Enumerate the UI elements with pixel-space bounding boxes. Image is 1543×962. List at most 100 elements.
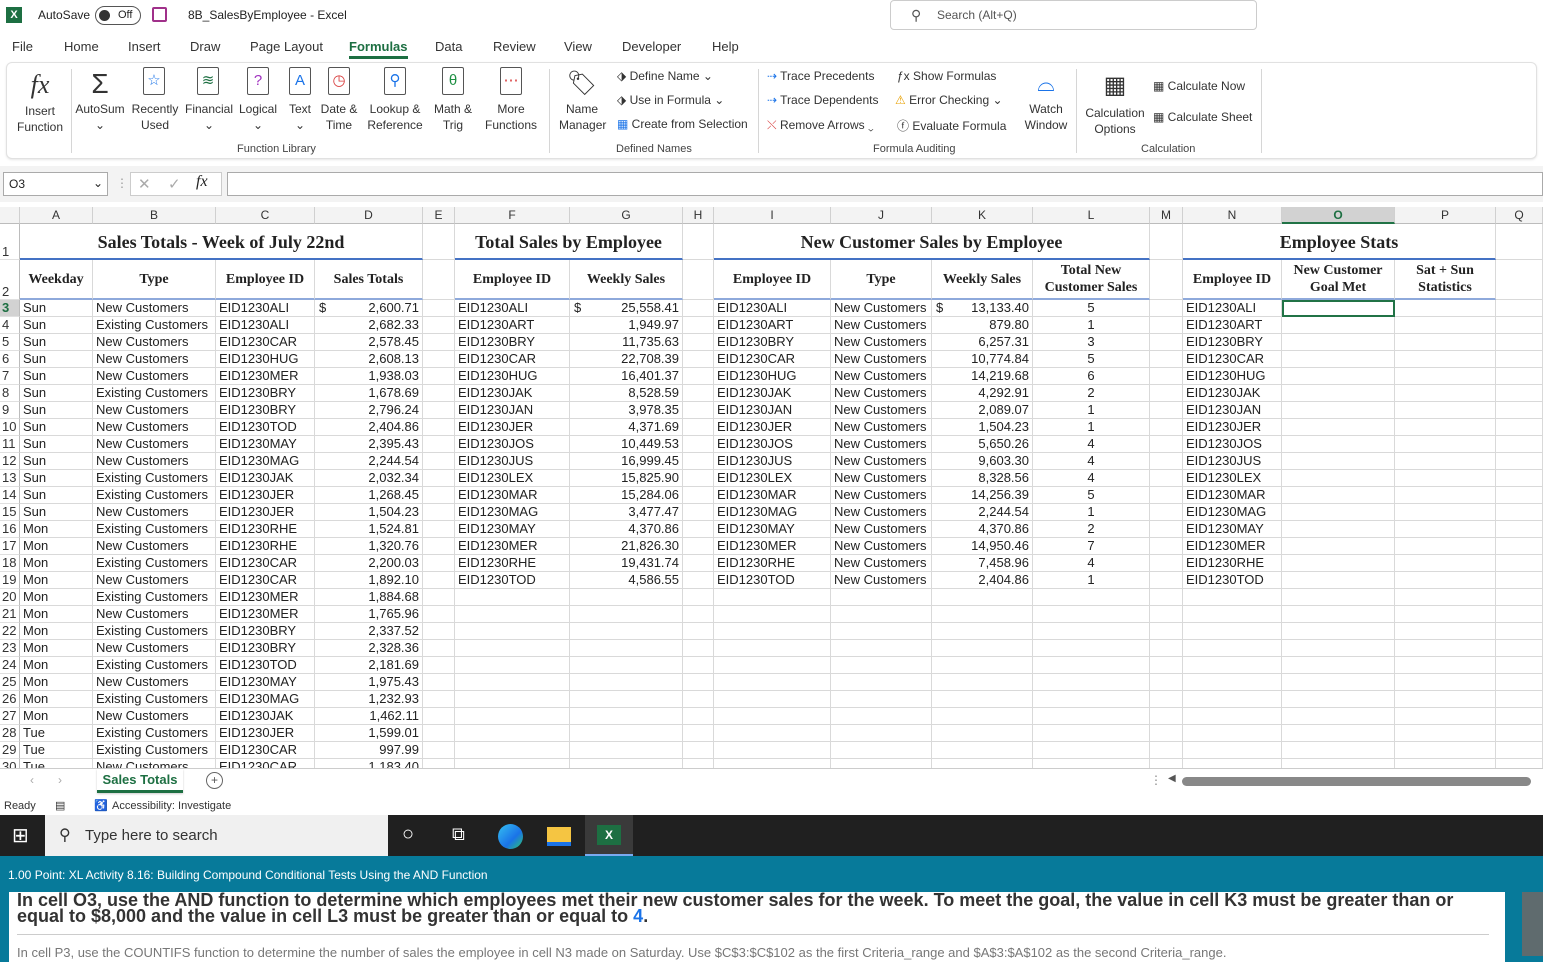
table-cell[interactable]: 5: [1033, 300, 1150, 317]
row-header-11[interactable]: 11: [0, 436, 20, 453]
table-cell[interactable]: Existing Customers: [93, 657, 216, 674]
cell[interactable]: [1496, 572, 1543, 589]
row-header-10[interactable]: 10: [0, 419, 20, 436]
table-cell[interactable]: 2,032.34: [315, 470, 423, 487]
table-cell[interactable]: 997.99: [315, 742, 423, 759]
table-cell[interactable]: 7,458.96: [932, 555, 1033, 572]
cell[interactable]: [683, 623, 714, 640]
cell[interactable]: [714, 606, 831, 623]
table-cell[interactable]: 1: [1033, 572, 1150, 589]
table-cell[interactable]: 1,765.96: [315, 606, 423, 623]
table-cell[interactable]: 6,257.31: [932, 334, 1033, 351]
cell[interactable]: [831, 725, 932, 742]
table-cell[interactable]: Existing Customers: [93, 555, 216, 572]
table-cell[interactable]: EID1230ART: [714, 317, 831, 334]
table-cell[interactable]: 14,219.68: [932, 368, 1033, 385]
cell[interactable]: [1150, 623, 1183, 640]
table-cell[interactable]: New Customers: [831, 572, 932, 589]
cell[interactable]: [1150, 674, 1183, 691]
row-header-19[interactable]: 19: [0, 572, 20, 589]
table-cell[interactable]: 7: [1033, 538, 1150, 555]
cell[interactable]: [1150, 368, 1183, 385]
row-header-26[interactable]: 26: [0, 691, 20, 708]
cell[interactable]: [1150, 708, 1183, 725]
table-cell[interactable]: EID1230MAG: [216, 691, 315, 708]
cell[interactable]: [1496, 419, 1543, 436]
table-cell[interactable]: 1,232.93: [315, 691, 423, 708]
table-cell[interactable]: Mon: [20, 521, 93, 538]
table-cell[interactable]: New Customers: [93, 606, 216, 623]
table-cell[interactable]: EID1230CAR: [216, 572, 315, 589]
table-cell[interactable]: New Customers: [93, 504, 216, 521]
cell[interactable]: [831, 606, 932, 623]
table-cell[interactable]: 1,524.81: [315, 521, 423, 538]
cell[interactable]: [683, 334, 714, 351]
cell[interactable]: [1282, 368, 1395, 385]
table-cell[interactable]: EID1230LEX: [455, 470, 570, 487]
table-cell[interactable]: EID1230CAR: [455, 351, 570, 368]
sheet-tab-sales-totals[interactable]: Sales Totals: [97, 769, 183, 793]
cell[interactable]: [1395, 453, 1496, 470]
row-header-16[interactable]: 16: [0, 521, 20, 538]
table-cell[interactable]: Sun: [20, 504, 93, 521]
table-cell[interactable]: New Customers: [93, 334, 216, 351]
cell[interactable]: [423, 300, 455, 317]
table-cell[interactable]: New Customers: [93, 572, 216, 589]
table-cell[interactable]: EID1230CAR: [216, 555, 315, 572]
table-cell[interactable]: New Customers: [831, 555, 932, 572]
column-header-E[interactable]: E: [423, 207, 455, 224]
table-cell[interactable]: 14,950.46: [932, 538, 1033, 555]
table-cell[interactable]: EID1230TOD: [216, 419, 315, 436]
table-cell[interactable]: New Customers: [831, 385, 932, 402]
table-cell[interactable]: New Customers: [93, 300, 216, 317]
cell[interactable]: [1183, 708, 1282, 725]
cell[interactable]: [1282, 759, 1395, 768]
cell[interactable]: [1282, 402, 1395, 419]
table-cell[interactable]: 1: [1033, 419, 1150, 436]
cell[interactable]: [423, 487, 455, 504]
table-cell[interactable]: 2,244.54: [315, 453, 423, 470]
insert-function-icon[interactable]: fx: [196, 173, 208, 191]
cell[interactable]: [1282, 385, 1395, 402]
table-cell[interactable]: Existing Customers: [93, 487, 216, 504]
cell[interactable]: [932, 742, 1033, 759]
table-cell[interactable]: EID1230JAK: [455, 385, 570, 402]
cell[interactable]: [1496, 334, 1543, 351]
cell[interactable]: [1150, 742, 1183, 759]
table-cell[interactable]: 16,999.45: [570, 453, 683, 470]
cell[interactable]: [423, 674, 455, 691]
table-cell[interactable]: EID1230MER: [714, 538, 831, 555]
cell[interactable]: [1395, 572, 1496, 589]
logical-button[interactable]: ? Logical ⌄: [235, 67, 281, 133]
table-cell[interactable]: EID1230RHE: [714, 555, 831, 572]
text-button[interactable]: A Text ⌄: [283, 67, 317, 133]
table-cell[interactable]: EID1230ALI: [1183, 300, 1282, 317]
table-cell[interactable]: Tue: [20, 742, 93, 759]
row-header-5[interactable]: 5: [0, 334, 20, 351]
cell[interactable]: [1183, 674, 1282, 691]
cell[interactable]: [1033, 606, 1150, 623]
table-cell[interactable]: New Customers: [831, 538, 932, 555]
cell[interactable]: [1282, 504, 1395, 521]
table-cell[interactable]: 15,284.06: [570, 487, 683, 504]
row-header-29[interactable]: 29: [0, 742, 20, 759]
cell[interactable]: [1150, 385, 1183, 402]
taskbar-search[interactable]: ⚲ Type here to search: [45, 815, 388, 856]
table-cell[interactable]: 2,181.69: [315, 657, 423, 674]
cell[interactable]: [1033, 589, 1150, 606]
table-cell[interactable]: 4,292.91: [932, 385, 1033, 402]
row-header-23[interactable]: 23: [0, 640, 20, 657]
table-cell[interactable]: New Customers: [93, 402, 216, 419]
cell[interactable]: [1282, 623, 1395, 640]
cell[interactable]: [1033, 742, 1150, 759]
scroll-left-arrow-icon[interactable]: ◀: [1168, 773, 1176, 784]
table-cell[interactable]: 5,650.26: [932, 436, 1033, 453]
cell[interactable]: [423, 708, 455, 725]
table-cell[interactable]: EID1230BRY: [216, 402, 315, 419]
table-cell[interactable]: 2,328.36: [315, 640, 423, 657]
table-cell[interactable]: Mon: [20, 589, 93, 606]
windows-start-icon[interactable]: ⊞: [12, 823, 29, 848]
cell[interactable]: [1282, 419, 1395, 436]
cell[interactable]: [683, 725, 714, 742]
table-cell[interactable]: Existing Customers: [93, 589, 216, 606]
